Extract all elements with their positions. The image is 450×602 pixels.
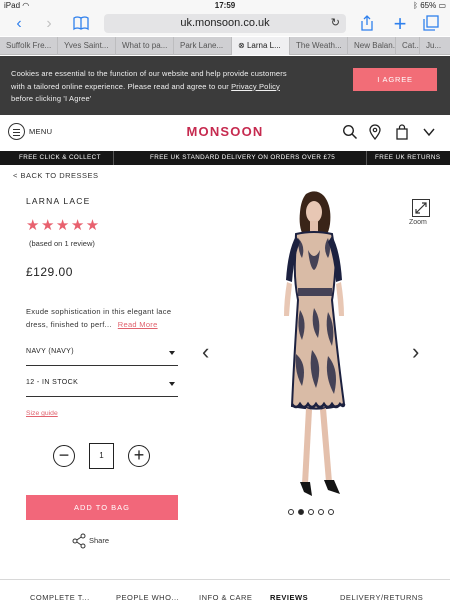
size-value: 12 - IN STOCK [26,379,79,386]
cookie-banner: Cookies are essential to the function of… [0,56,450,115]
browser-tabs: Suffolk Fre... Yves Saint... What to pa.… [0,37,450,55]
bag-icon[interactable] [394,124,410,140]
promo-bar: FREE CLICK & COLLECT FREE UK STANDARD DE… [0,151,450,165]
tab-delivery-returns[interactable]: DELIVERY/RETURNS [340,593,423,602]
tab-people-who[interactable]: PEOPLE WHO... [116,593,179,602]
browser-tab-active[interactable]: ⊗ Larna L... [232,37,290,55]
address-bar[interactable]: uk.monsoon.co.uk ↻ [104,14,346,33]
gallery-dot[interactable] [308,509,314,515]
product-description: Exude sophistication in this elegant lac… [26,307,172,329]
tab-reviews[interactable]: REVIEWS [270,593,308,602]
share-button[interactable]: Share [72,533,162,549]
promo-click-collect[interactable]: FREE CLICK & COLLECT [19,151,101,165]
tab-complete-the-look[interactable]: COMPLETE T... [30,593,90,602]
browser-tab[interactable]: Cat... [396,37,420,55]
new-tab-icon[interactable]: + [389,13,411,35]
site-header: MENU MONSOON [0,115,450,151]
share-label: Share [89,536,110,545]
browser-tab[interactable]: Park Lane... [174,37,232,55]
colour-select[interactable]: NAVY (NAVY) [26,338,178,366]
browser-toolbar: ‹ › uk.monsoon.co.uk ↻ + [0,12,450,36]
rating-stars[interactable]: ★★★★★ [26,216,101,234]
forward-icon[interactable]: › [38,14,60,34]
review-count[interactable]: (based on 1 review) [29,239,95,248]
gallery-dot[interactable] [318,509,324,515]
browser-tab[interactable]: Ju... [420,37,450,55]
product-name: LARNA LACE [26,196,91,206]
zoom-label: Zoom [409,219,427,226]
product-image[interactable] [262,190,362,508]
bookmarks-icon[interactable] [70,14,92,34]
next-image-arrow[interactable]: › [412,341,419,363]
product-price: £129.00 [26,265,73,279]
decrease-quantity-button[interactable]: − [53,445,75,467]
promo-divider [366,151,367,165]
browser-tab[interactable]: The Weath... [290,37,348,55]
promo-divider [113,151,114,165]
browser-tab[interactable]: What to pa... [116,37,174,55]
add-to-bag-button[interactable]: ADD TO BAG [26,495,178,520]
close-tab-icon[interactable]: ⊗ [238,41,245,50]
bluetooth-icon: ᛒ [413,1,418,10]
clock: 17:59 [214,1,236,10]
agree-button[interactable]: I AGREE [353,68,437,91]
size-guide-link[interactable]: Size guide [26,410,58,417]
privacy-policy-link[interactable]: Privacy Policy [231,82,280,91]
browser-tab[interactable]: New Balan... [348,37,396,55]
gallery-dot[interactable] [328,509,334,515]
promo-delivery[interactable]: FREE UK STANDARD DELIVERY ON ORDERS OVER… [150,151,335,165]
increase-quantity-button[interactable]: + [128,445,150,467]
url-text: uk.monsoon.co.uk [180,17,270,29]
chevron-down-icon[interactable] [421,124,437,140]
promo-returns[interactable]: FREE UK RETURNS [375,151,440,165]
gallery-dots [288,509,334,517]
gallery-dot[interactable] [288,509,294,515]
size-select[interactable]: 12 - IN STOCK [26,369,178,397]
read-more-link[interactable]: Read More [118,320,158,329]
store-locator-icon[interactable] [367,124,383,141]
zoom-icon[interactable] [412,199,430,217]
battery-indicator: ᛒ 65% ▭ [413,1,446,10]
back-icon[interactable]: ‹ [8,14,30,34]
battery-icon: ▭ [438,1,446,10]
quantity-input[interactable]: 1 [89,443,114,469]
gallery-dot-active[interactable] [298,509,304,515]
back-to-dresses-link[interactable]: < BACK TO DRESSES [13,171,99,180]
share-icon[interactable] [356,14,378,34]
share-nodes-icon [72,533,86,549]
tab-label: Larna L... [246,41,281,50]
product-gallery: ‹ › Zoom [200,186,450,516]
caret-down-icon [169,382,175,386]
browser-tab[interactable]: Yves Saint... [58,37,116,55]
tabs-overview-icon[interactable] [420,14,442,34]
ios-status-bar: iPad ◠ 17:59 ᛒ 65% ▭ [0,0,450,12]
caret-down-icon [169,351,175,355]
tab-info-care[interactable]: INFO & CARE [199,593,252,602]
browser-tab[interactable]: Suffolk Fre... [0,37,58,55]
colour-value: NAVY (NAVY) [26,348,74,355]
reload-icon[interactable]: ↻ [331,14,340,33]
search-icon[interactable] [342,124,358,140]
previous-image-arrow[interactable]: ‹ [202,341,209,363]
cookie-text: Cookies are essential to the function of… [11,69,287,103]
product-info-tabs: COMPLETE T... PEOPLE WHO... INFO & CARE … [0,579,450,602]
